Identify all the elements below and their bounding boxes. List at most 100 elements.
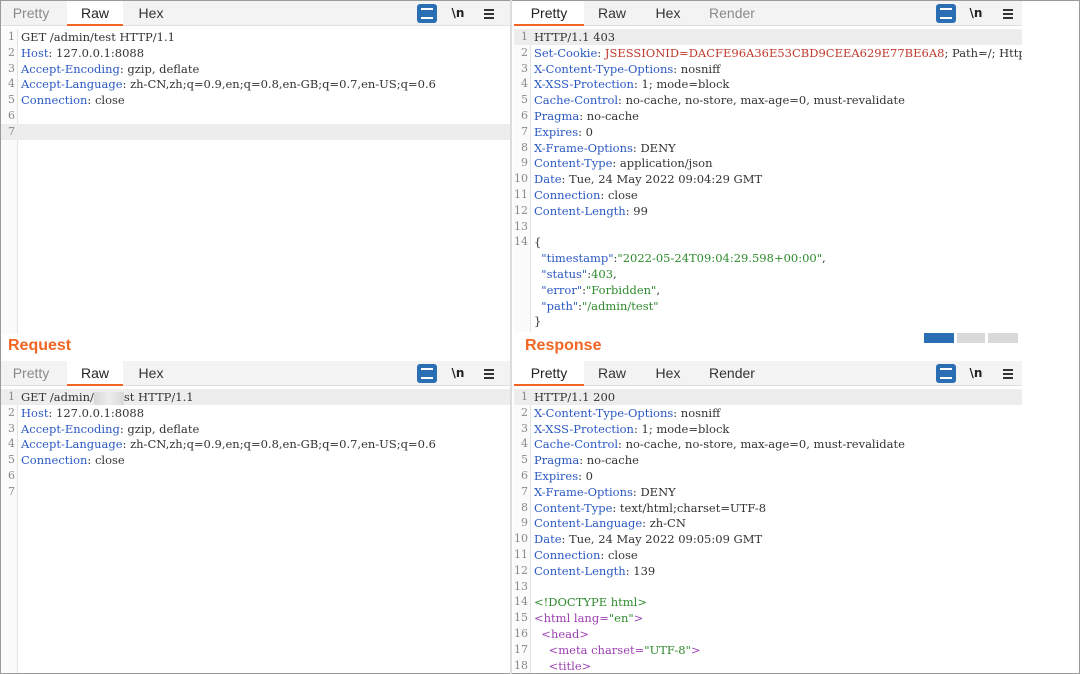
menu-button[interactable] — [481, 4, 497, 23]
wrap-lines-button[interactable] — [417, 364, 437, 383]
tab-render[interactable]: Render — [704, 361, 760, 386]
menu-button[interactable] — [1000, 4, 1016, 23]
header-name: Connection — [534, 548, 601, 562]
header-name: Content-Type — [534, 500, 613, 515]
response-section-title: Response — [525, 337, 602, 354]
line-text: Connection: close — [21, 452, 510, 468]
show-newlines-button[interactable]: \n — [966, 364, 986, 383]
bottom-request-editor[interactable]: 1 GET /admin/st HTTP/1.1 2 Host: 127.0.0.1:… — [1, 389, 510, 673]
line-number: 7 — [521, 484, 528, 498]
line-text: HTTP/1.1 200 — [534, 389, 1022, 405]
show-newlines-button[interactable]: \n — [448, 364, 468, 383]
line-number: 4 — [8, 77, 15, 91]
line-text: "error":"Forbidden", — [534, 282, 1022, 298]
top-request-editor[interactable]: 1 GET /admin/test HTTP/1.1 2 Host: 127.0.0.… — [1, 29, 510, 334]
line-number: 2 — [8, 45, 15, 59]
line-number: 7 — [8, 484, 15, 498]
line-text: <head> — [534, 626, 1022, 642]
header-value: : close — [600, 188, 638, 202]
header-name: Host — [21, 45, 49, 60]
code-line: 7 X-Frame-Options: DENY — [514, 484, 1022, 500]
menu-button[interactable] — [481, 364, 497, 383]
wrap-lines-button[interactable] — [417, 4, 437, 23]
wrap-lines-button[interactable] — [936, 364, 956, 383]
tab-render[interactable]: Render — [704, 1, 760, 26]
header-name: Expires — [534, 469, 579, 483]
line-text: { — [534, 234, 1022, 250]
tab-raw[interactable]: Raw — [590, 1, 634, 26]
bottom-request-tabbar: Pretty Raw Hex \n — [1, 361, 510, 386]
layout-split-button[interactable] — [924, 333, 954, 343]
line-text: Set-Cookie: JSESSIONID=DACFE96A36E53CBD9… — [534, 45, 1022, 61]
tab-pretty[interactable]: Pretty — [514, 1, 584, 26]
layout-horizontal-button[interactable] — [957, 333, 985, 343]
bottom-response-editor[interactable]: 1 HTTP/1.1 200 2 X-Content-Type-Options: no… — [514, 389, 1022, 673]
code-line: 5 Cache-Control: no-cache, no-store, max-… — [514, 92, 1022, 108]
tab-pretty[interactable]: Pretty — [514, 361, 584, 386]
code-line: 4 X-XSS-Protection: 1; mode=block — [514, 76, 1022, 92]
line-text: <html lang="en"> — [534, 610, 1022, 626]
request-section-title: Request — [8, 337, 72, 354]
code-line: 5 Pragma: no-cache — [514, 452, 1022, 468]
header-value: : gzip, deflate — [119, 421, 200, 436]
header-value: : zh-CN — [642, 516, 686, 531]
line-number: 2 — [521, 405, 528, 419]
wrap-lines-button[interactable] — [936, 4, 956, 23]
tab-raw[interactable]: Raw — [67, 361, 123, 386]
line-number: 1 — [8, 30, 15, 43]
line-number: 2 — [8, 405, 15, 419]
line-number: 6 — [521, 109, 528, 122]
code-line: } — [514, 313, 1022, 329]
line-text: HTTP/1.1 403 — [534, 29, 1022, 45]
menu-button[interactable] — [1000, 364, 1016, 383]
tab-hex[interactable]: Hex — [648, 361, 688, 386]
header-value: : Tue, 24 May 2022 09:05:09 GMT — [561, 532, 763, 547]
header-value: : nosniff — [673, 61, 721, 76]
code-line: 10 Date: Tue, 24 May 2022 09:05:09 GMT — [514, 531, 1022, 547]
header-name: Host — [21, 405, 49, 420]
menu-icon — [1003, 9, 1013, 11]
show-newlines-button[interactable]: \n — [448, 4, 468, 23]
line-text: Accept-Encoding: gzip, deflate — [21, 61, 510, 77]
line-text: <meta charset="UTF-8"> — [534, 642, 1022, 658]
line-number: 12 — [514, 203, 528, 217]
bottom-response-pane: Pretty Raw Hex Render \n 1 HTTP/1.1 200 2 X… — [514, 361, 1022, 673]
line-number: 1 — [521, 390, 528, 403]
code-line: 6 — [1, 468, 510, 484]
top-response-editor[interactable]: 1 HTTP/1.1 403 2 Set-Cookie: JSESSIONID=DAC… — [514, 29, 1022, 332]
tab-hex[interactable]: Hex — [129, 1, 173, 26]
line-number: 13 — [514, 219, 528, 233]
trailing-text: , — [613, 267, 617, 281]
line-number: 3 — [8, 421, 15, 435]
line-text: Expires: 0 — [534, 468, 1022, 484]
menu-icon — [484, 9, 494, 11]
line-text: Accept-Language: zh-CN,zh;q=0.9,en;q=0.8… — [21, 436, 510, 452]
trailing-text: , — [822, 251, 826, 266]
code-line: 5 Connection: close — [1, 92, 510, 108]
code-line: 3 X-XSS-Protection: 1; mode=block — [514, 421, 1022, 437]
header-value: : close — [87, 93, 125, 108]
tab-raw[interactable]: Raw — [67, 1, 123, 26]
menu-icon — [1003, 369, 1013, 371]
line-text: Content-Type: text/html;charset=UTF-8 — [534, 500, 1022, 516]
tab-pretty[interactable]: Pretty — [1, 361, 61, 386]
code-line: 3 X-Content-Type-Options: nosniff — [514, 61, 1022, 77]
header-value: HTTP/1.1 403 — [534, 30, 616, 44]
header-value: : no-cache, no-store, max-age=0, must-re… — [618, 93, 905, 108]
redacted-text — [93, 391, 124, 405]
tab-hex[interactable]: Hex — [129, 361, 173, 386]
header-name: Cache-Control — [534, 437, 619, 452]
show-newlines-button[interactable]: \n — [966, 4, 986, 23]
tab-hex[interactable]: Hex — [648, 1, 688, 26]
tab-pretty[interactable]: Pretty — [1, 1, 61, 26]
string-value: "Forbidden" — [586, 282, 657, 297]
code-line: 13 — [514, 219, 1022, 235]
wrap-icon — [940, 8, 952, 19]
header-value: : 127.0.0.1:8088 — [48, 45, 145, 60]
header-name: Accept-Language — [21, 77, 123, 92]
layout-vertical-button[interactable] — [988, 333, 1018, 343]
line-number: 10 — [514, 172, 528, 186]
tab-raw[interactable]: Raw — [590, 361, 634, 386]
vertical-splitter[interactable] — [510, 0, 512, 674]
line-text: Pragma: no-cache — [534, 108, 1022, 124]
